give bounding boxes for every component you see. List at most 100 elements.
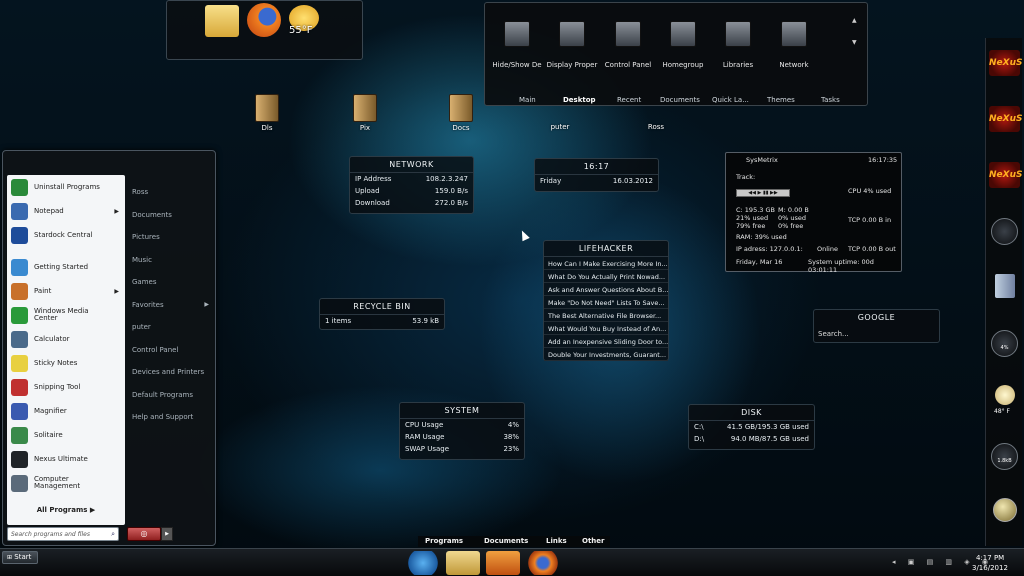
dock-tab-quick-launch[interactable]: Quick La...: [712, 96, 749, 104]
media-player-icon[interactable]: [486, 551, 520, 575]
system-widget: SYSTEM CPU Usage 4% RAM Usage 38% SWAP Usa…: [399, 402, 525, 460]
network-widget: NETWORK IP Address 108.2.3.247 Upload 159.…: [349, 156, 474, 214]
launcher-tab-documents[interactable]: Documents: [484, 537, 528, 545]
desktop-icon-ross[interactable]: Ross: [626, 123, 686, 131]
shutdown-options-arrow[interactable]: ▶: [161, 527, 173, 541]
lifehacker-article-link[interactable]: What Would You Buy Instead of An...: [544, 322, 668, 335]
start-place-item[interactable]: Documents: [127, 204, 213, 227]
start-program-item[interactable]: Calculator: [7, 327, 125, 351]
row-label: C:\: [694, 423, 704, 431]
media-controls[interactable]: ◀◀ ▶ ▮▮ ▶▶: [736, 189, 790, 197]
start-place-item[interactable]: Pictures: [127, 226, 213, 249]
tile-libraries[interactable]: Libraries: [712, 21, 764, 69]
lifehacker-article-link[interactable]: What Do You Actually Print Nowad...: [544, 270, 668, 283]
lifehacker-article-link[interactable]: Ask and Answer Questions About B...: [544, 283, 668, 296]
folder-icon: [255, 94, 279, 122]
start-menu-places: Ross Documents Pictures Music Games Favorites…: [127, 181, 213, 429]
tile-control-panel[interactable]: Control Panel: [602, 21, 654, 69]
start-program-item[interactable]: Uninstall Programs: [7, 175, 125, 199]
tile-display-properties[interactable]: Display Proper: [546, 21, 598, 69]
start-program-item[interactable]: Solitaire: [7, 423, 125, 447]
start-place-item[interactable]: Devices and Printers: [127, 361, 213, 384]
launcher-tab-programs[interactable]: Programs: [425, 537, 463, 545]
start-program-item[interactable]: Getting Started: [7, 255, 125, 279]
lifehacker-article-link[interactable]: How Can I Make Exercising More In...: [544, 257, 668, 270]
track-label: Track:: [736, 173, 756, 181]
tile-label: Control Panel: [604, 61, 652, 69]
tile-network[interactable]: Network: [768, 21, 820, 69]
recycle-row[interactable]: 1 items 53.9 kB: [320, 315, 444, 327]
folder-icon[interactable]: [205, 5, 239, 37]
tile-hide-show-desktop[interactable]: Hide/Show De: [491, 21, 543, 69]
desktop-icon-puter[interactable]: puter: [530, 123, 590, 131]
shutdown-button[interactable]: ◎: [127, 527, 161, 541]
widget-title: LIFEHACKER: [544, 241, 668, 257]
taskbar-date[interactable]: 3/16/2012: [972, 564, 1008, 572]
recycle-bin-icon[interactable]: [995, 274, 1015, 298]
launcher-tab-other[interactable]: Other: [582, 537, 604, 545]
lifehacker-article-link[interactable]: The Best Alternative File Browser...: [544, 309, 668, 322]
start-program-item[interactable]: Snipping Tool: [7, 375, 125, 399]
dock-tab-recent[interactable]: Recent: [617, 96, 641, 104]
start-program-item[interactable]: Computer Management: [7, 471, 125, 495]
row-label: SWAP Usage: [405, 445, 450, 453]
desktop-icon-docs[interactable]: Docs: [431, 94, 491, 132]
launcher-tab-links[interactable]: Links: [546, 537, 567, 545]
dock-tab-main[interactable]: Main: [519, 96, 536, 104]
tile-homegroup[interactable]: Homegroup: [657, 21, 709, 69]
sidebar-weather-temp: 48° F: [994, 408, 1010, 415]
scroll-up-icon[interactable]: ▲: [852, 17, 857, 24]
lifehacker-article-link[interactable]: Add an Inexpensive Sliding Door to...: [544, 335, 668, 348]
start-program-item[interactable]: Nexus Ultimate: [7, 447, 125, 471]
start-place-item[interactable]: puter: [127, 316, 213, 339]
scroll-down-icon[interactable]: ▼: [852, 39, 857, 46]
row-label: Upload: [355, 187, 380, 195]
start-place-item[interactable]: Music: [127, 249, 213, 272]
desktop-icon-label: Dls: [261, 124, 273, 132]
recycle-size: 53.9 kB: [412, 317, 439, 325]
start-place-item[interactable]: Default Programs: [127, 384, 213, 407]
program-icon: [11, 282, 28, 300]
start-place-item[interactable]: Control Panel: [127, 339, 213, 362]
explorer-folder-icon[interactable]: [446, 551, 480, 575]
nexus-icon[interactable]: NeXuS: [989, 106, 1022, 132]
internet-explorer-icon[interactable]: [406, 551, 440, 575]
cpu-gauge-icon: 4%: [991, 330, 1018, 357]
nexus-icon[interactable]: NeXuS: [989, 50, 1022, 76]
start-program-item[interactable]: Windows Media Center: [7, 303, 125, 327]
lifehacker-article-link[interactable]: Make "Do Not Need" Lists To Save...: [544, 296, 668, 309]
row-value: 41.5 GB/195.3 GB used: [727, 423, 809, 431]
start-place-item[interactable]: Games: [127, 271, 213, 294]
start-button[interactable]: ⊞ Start: [2, 551, 38, 564]
start-program-item[interactable]: Paint ▶: [7, 279, 125, 303]
dock-tab-documents[interactable]: Documents: [660, 96, 700, 104]
start-program-item[interactable]: Magnifier: [7, 399, 125, 423]
start-search-input[interactable]: Search programs and files ⌕: [7, 527, 119, 541]
start-place-item[interactable]: Help and Support: [127, 406, 213, 429]
firefox-taskbar-icon[interactable]: [526, 551, 560, 575]
clock-date-row: Friday 16.03.2012: [535, 175, 658, 187]
google-search-input[interactable]: Search...: [818, 330, 849, 338]
start-program-item[interactable]: Notepad ▶: [7, 199, 125, 223]
start-program-item[interactable]: Stardock Central: [7, 223, 125, 247]
start-place-item[interactable]: Favorites ▶: [127, 294, 213, 317]
start-place-item[interactable]: Ross: [127, 181, 213, 204]
globe-icon[interactable]: [993, 498, 1017, 522]
desktop-icon-pix[interactable]: Pix: [335, 94, 395, 132]
row-value: 4%: [507, 421, 519, 429]
dock-tab-tasks[interactable]: Tasks: [821, 96, 840, 104]
program-icon: [11, 354, 28, 372]
desktop-icon-dls[interactable]: Dls: [237, 94, 297, 132]
taskbar-time[interactable]: 4:17 PM: [976, 554, 1004, 562]
network-gauge-icon: 1.8kB: [991, 443, 1018, 470]
widget-title: SYSTEM: [400, 403, 524, 419]
all-programs-button[interactable]: All Programs ▶: [7, 506, 125, 514]
nexus-icon[interactable]: NeXuS: [989, 162, 1022, 188]
mem-total: M: 0.00 B: [778, 206, 809, 214]
dock-tab-themes[interactable]: Themes: [767, 96, 795, 104]
place-label: Help and Support: [132, 413, 194, 421]
dock-tab-desktop[interactable]: Desktop: [563, 96, 596, 104]
firefox-icon[interactable]: [247, 3, 281, 37]
lifehacker-article-link[interactable]: Double Your Investments, Guarant...: [544, 348, 668, 361]
start-program-item[interactable]: Sticky Notes: [7, 351, 125, 375]
